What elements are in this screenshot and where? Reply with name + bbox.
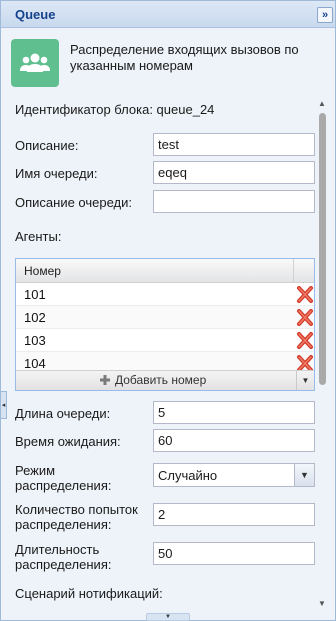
grid-header: Номер [16,259,314,283]
attempts-field[interactable]: 2 [153,503,315,526]
queue-length-field[interactable]: 5 [153,401,315,424]
grid-column-number[interactable]: Номер [24,264,61,278]
expand-left-icon[interactable]: ◂ [1,391,7,419]
queue-description-field[interactable] [153,190,315,213]
block-description: Распределение входящих вызовов по указан… [70,42,299,73]
duration-label-line1: Длительность [15,542,100,557]
delete-icon[interactable] [296,332,314,349]
plus-icon [100,375,110,385]
distribution-mode-label-line1: Режим [15,463,56,478]
distribution-mode-label-line2: распределения: [15,478,112,493]
duration-label-line2: распределения: [15,557,112,572]
queue-length-label: Длина очереди: [15,406,111,421]
agents-label: Агенты: [15,229,62,244]
distribution-mode-label: Режим распределения: [15,463,111,493]
panel-header: Queue » [1,1,335,28]
attempts-label-line2: распределения: [15,517,112,532]
grid-header-divider [293,259,294,283]
delete-icon[interactable] [296,309,314,326]
agent-number: 101 [24,287,46,302]
add-number-button[interactable]: Добавить номер [99,373,206,387]
attempts-label-line1: Количество попыток [15,502,138,517]
agent-number: 103 [24,333,46,348]
chevron-down-icon[interactable]: ▼ [294,464,314,486]
delete-icon[interactable] [296,286,314,303]
table-row[interactable]: 103 [16,329,314,352]
queue-name-field[interactable]: eqeq [153,161,315,184]
scroll-thumb[interactable] [319,113,326,385]
table-row[interactable]: 101 [16,283,314,306]
resize-handle-icon[interactable]: ▼ [146,613,190,621]
block-id-label: Идентификатор блока: queue_24 [15,102,215,117]
table-row[interactable]: 102 [16,306,314,329]
agent-number: 104 [24,356,46,371]
users-group-icon [11,39,59,87]
distribution-mode-value: Случайно [158,468,218,483]
scroll-up-icon[interactable]: ▲ [318,99,326,108]
double-chevron-right-icon[interactable]: » [317,7,333,23]
duration-label: Длительность распределения: [15,542,111,572]
grid-toolbar: Добавить номер ▼ [16,370,314,390]
wait-time-field[interactable]: 60 [153,429,315,452]
panel-title: Queue [15,7,56,22]
queue-description-label: Описание очереди: [15,195,133,210]
notification-scenario-label: Сценарий нотификаций: [15,586,163,601]
description-label: Описание: [15,138,79,153]
queue-name-label: Имя очереди: [15,166,98,181]
description-field[interactable]: test [153,133,315,156]
duration-field[interactable]: 50 [153,542,315,565]
chevron-down-icon[interactable]: ▼ [296,371,314,390]
vertical-scrollbar[interactable]: ▲ ▼ [315,97,329,610]
agent-number: 102 [24,310,46,325]
attempts-label: Количество попыток распределения: [15,502,138,532]
wait-time-label: Время ожидания: [15,434,121,449]
queue-panel: Queue » Распределение входящих вызовов п… [0,0,336,621]
agents-grid: Номер 101 102 103 104 Добавить номер ▼ [15,258,315,391]
scroll-down-icon[interactable]: ▼ [318,599,326,608]
distribution-mode-select[interactable]: Случайно ▼ [153,463,315,487]
add-number-label: Добавить номер [115,373,207,387]
